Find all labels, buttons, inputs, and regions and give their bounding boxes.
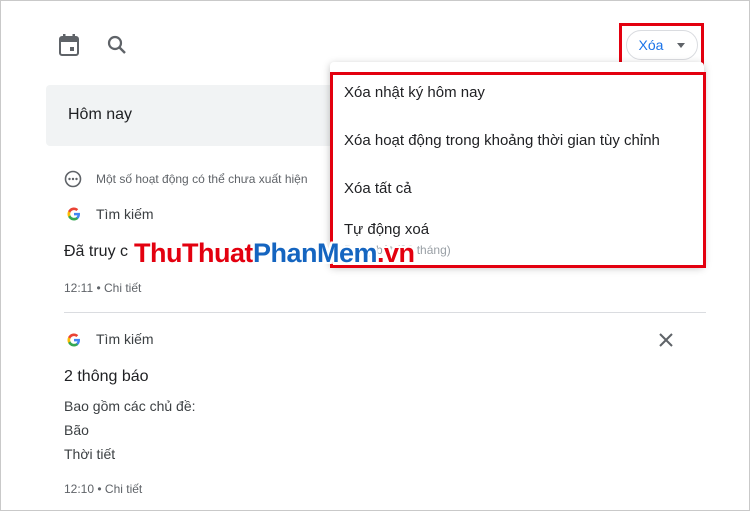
activity-notice: Một số hoạt động có thể chưa xuất hiện <box>96 172 308 186</box>
watermark-logo: ThuThuatPhanMem.vn <box>134 238 415 268</box>
more-horizontal-icon <box>64 170 82 188</box>
item-source-label: Tìm kiếm <box>96 206 154 222</box>
menu-item-auto-delete[interactable]: Tự động xoá <box>344 221 429 238</box>
calendar-icon[interactable] <box>55 31 83 59</box>
item-title[interactable]: 2 thông báo <box>64 368 149 386</box>
google-icon <box>67 207 81 221</box>
delete-button-label: Xóa <box>638 37 664 53</box>
menu-item-delete-custom-range[interactable]: Xóa hoạt động trong khoảng thời gian tùy… <box>344 132 660 149</box>
divider <box>64 312 706 313</box>
chevron-down-icon <box>677 42 686 48</box>
today-label: Hôm nay <box>68 106 133 123</box>
menu-item-delete-today[interactable]: Xóa nhật ký hôm nay <box>344 84 485 101</box>
item-detail-line: Thời tiết <box>64 446 116 462</box>
item-source-label: Tìm kiếm <box>96 331 154 347</box>
item-detail-line: Bão <box>64 422 89 438</box>
item-meta[interactable]: 12:11 • Chi tiết <box>64 281 141 295</box>
google-icon <box>67 333 81 347</box>
close-icon[interactable] <box>656 330 676 350</box>
menu-item-delete-all[interactable]: Xóa tất cả <box>344 180 412 197</box>
item-meta[interactable]: 12:10 • Chi tiết <box>64 482 142 496</box>
delete-menu: Xóa nhật ký hôm nay Xóa hoạt động trong … <box>330 62 704 266</box>
delete-button[interactable]: Xóa <box>626 30 698 60</box>
item-title[interactable]: Đã truy c <box>64 243 128 261</box>
search-icon[interactable] <box>103 31 131 59</box>
item-detail-line: Bao gồm các chủ đề: <box>64 398 196 414</box>
